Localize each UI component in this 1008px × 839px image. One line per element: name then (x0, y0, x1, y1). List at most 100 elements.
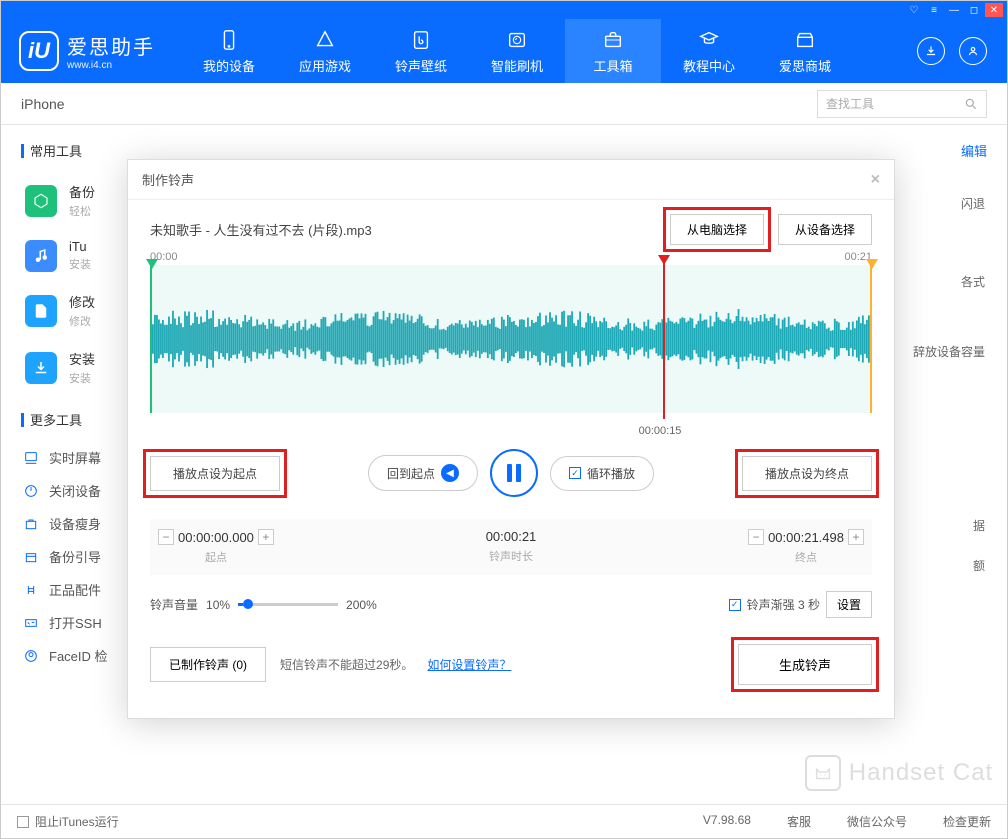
how-to-link[interactable]: 如何设置铃声？ (427, 656, 511, 673)
brand-sub: www.i4.cn (67, 60, 155, 71)
sms-hint: 短信铃声不能超过29秒。 (280, 656, 413, 673)
search-icon (964, 97, 978, 111)
status-bar: 阻止iTunes运行 V7.98.68 客服 微信公众号 检查更新 (1, 804, 1007, 838)
playhead[interactable]: 00:00:15 (663, 259, 665, 419)
time-labels: 00:00 00:21 (150, 251, 872, 263)
end-time-block: −00:00:21.498+ 终点 (748, 529, 864, 565)
search-input[interactable]: 查找工具 (817, 90, 987, 118)
support-link[interactable]: 客服 (787, 813, 811, 830)
nav-toolbox[interactable]: 工具箱 (565, 19, 661, 83)
modal-title: 制作铃声 (142, 170, 194, 189)
from-pc-button[interactable]: 从电脑选择 (670, 214, 764, 245)
titlebar-close-icon[interactable]: ✕ (985, 3, 1003, 17)
start-marker-icon[interactable] (146, 259, 156, 269)
titlebar-max-icon[interactable]: ◻ (965, 3, 983, 17)
tool-edit-icon (25, 295, 57, 327)
close-icon[interactable]: × (871, 171, 880, 189)
start-time-block: −00:00:00.000+ 起点 (158, 529, 274, 565)
volume-max: 200% (346, 598, 377, 612)
check-update-link[interactable]: 检查更新 (943, 813, 991, 830)
modal-header: 制作铃声 × (128, 160, 894, 200)
search-placeholder: 查找工具 (826, 95, 874, 112)
section-bar-icon (21, 144, 24, 158)
set-start-highlight: 播放点设为起点 (150, 456, 280, 491)
nav-flash[interactable]: 智能刷机 (469, 19, 565, 83)
rewind-icon: ◀ (441, 464, 459, 482)
side-fragment: 辞放设备容量 (913, 343, 985, 360)
sub-toolbar: iPhone 查找工具 (1, 83, 1007, 125)
side-fragment: 各式 (961, 273, 985, 290)
fade-settings-button[interactable]: 设置 (826, 591, 872, 618)
from-pc-highlight: 从电脑选择 (670, 214, 764, 245)
modal-bottom-row: 已制作铃声 (0) 短信铃声不能超过29秒。 如何设置铃声？ 生成铃声 (150, 644, 872, 685)
end-minus-button[interactable]: − (748, 529, 764, 545)
volume-slider[interactable] (238, 603, 338, 606)
titlebar-fav-icon[interactable]: ♡ (905, 3, 923, 17)
tool-install-icon (25, 352, 57, 384)
start-marker-line[interactable] (150, 265, 152, 413)
titlebar-menu-icon[interactable]: ≡ (925, 3, 943, 17)
start-plus-button[interactable]: + (258, 529, 274, 545)
waveform[interactable]: 00:00:15 (150, 265, 872, 413)
fade-label: 铃声渐强 3 秒 (747, 596, 820, 613)
logo-badge-icon: iU (19, 31, 59, 71)
fade-checkbox[interactable]: ✓ (729, 599, 741, 611)
nav-my-device[interactable]: 我的设备 (181, 19, 277, 83)
version-label: V7.98.68 (703, 813, 751, 830)
user-icon[interactable] (959, 37, 987, 65)
end-marker-line[interactable] (870, 265, 872, 413)
nav-ringtone[interactable]: 铃声壁纸 (373, 19, 469, 83)
block-itunes-label: 阻止iTunes运行 (35, 813, 119, 830)
wechat-link[interactable]: 微信公众号 (847, 813, 907, 830)
app-logo: iU 爱思助手 www.i4.cn (1, 31, 181, 71)
start-minus-button[interactable]: − (158, 529, 174, 545)
ringtone-modal: 制作铃声 × 未知歌手 - 人生没有过不去 (片段).mp3 从电脑选择 从设备… (127, 159, 895, 719)
back-to-start-button[interactable]: 回到起点◀ (368, 455, 478, 491)
brand-name: 爱思助手 (67, 31, 155, 60)
generate-button[interactable]: 生成铃声 (738, 644, 872, 685)
header-actions (917, 37, 1007, 65)
device-tab[interactable]: iPhone (21, 96, 65, 112)
playhead-time: 00:00:15 (639, 425, 682, 437)
section-common-title: 常用工具 (30, 141, 82, 160)
made-ringtones-button[interactable]: 已制作铃声 (0) (150, 647, 266, 682)
nav-tutorials[interactable]: 教程中心 (661, 19, 757, 83)
side-fragment: 闪退 (961, 195, 985, 212)
file-row: 未知歌手 - 人生没有过不去 (片段).mp3 从电脑选择 从设备选择 (150, 214, 872, 245)
end-marker-icon[interactable] (866, 259, 876, 269)
titlebar-min-icon[interactable]: — (945, 3, 963, 17)
download-icon[interactable] (917, 37, 945, 65)
volume-label: 铃声音量 (150, 596, 198, 613)
time-values-row: −00:00:00.000+ 起点 00:00:21 铃声时长 −00:00:2… (150, 519, 872, 575)
end-plus-button[interactable]: + (848, 529, 864, 545)
edit-link[interactable]: 编辑 (961, 141, 987, 160)
loop-checkbox-icon: ✓ (569, 467, 581, 479)
loop-button[interactable]: ✓循环播放 (550, 456, 654, 491)
set-end-highlight: 播放点设为终点 (742, 456, 872, 491)
playback-controls: 播放点设为起点 回到起点◀ ✓循环播放 播放点设为终点 (150, 449, 872, 497)
from-device-button[interactable]: 从设备选择 (778, 214, 872, 245)
window-titlebar: ♡ ≡ — ◻ ✕ (1, 1, 1007, 19)
pause-icon (507, 464, 521, 482)
generate-highlight: 生成铃声 (738, 644, 872, 685)
nav-store[interactable]: 爱思商城 (757, 19, 853, 83)
volume-row: 铃声音量 10% 200% ✓ 铃声渐强 3 秒 设置 (150, 591, 872, 618)
section-common-header: 常用工具 编辑 (21, 141, 987, 160)
play-pause-button[interactable] (490, 449, 538, 497)
tool-backup-icon (25, 185, 57, 217)
side-fragment: 额 (973, 557, 985, 574)
set-start-button[interactable]: 播放点设为起点 (150, 456, 280, 491)
app-header: iU 爱思助手 www.i4.cn 我的设备 应用游戏 铃声壁纸 智能刷机 工具… (1, 19, 1007, 83)
nav-apps[interactable]: 应用游戏 (277, 19, 373, 83)
tool-itunes-icon (25, 240, 57, 272)
section-more-title: 更多工具 (30, 410, 82, 429)
volume-min: 10% (206, 598, 230, 612)
side-fragment: 据 (973, 517, 985, 534)
duration-block: 00:00:21 铃声时长 (486, 529, 537, 564)
block-itunes-checkbox[interactable] (17, 816, 29, 828)
audio-filename: 未知歌手 - 人生没有过不去 (片段).mp3 (150, 220, 372, 239)
set-end-button[interactable]: 播放点设为终点 (742, 456, 872, 491)
watermark: Handset Cat (799, 748, 999, 798)
section-bar-icon (21, 413, 24, 427)
main-nav: 我的设备 应用游戏 铃声壁纸 智能刷机 工具箱 教程中心 爱思商城 (181, 19, 853, 83)
